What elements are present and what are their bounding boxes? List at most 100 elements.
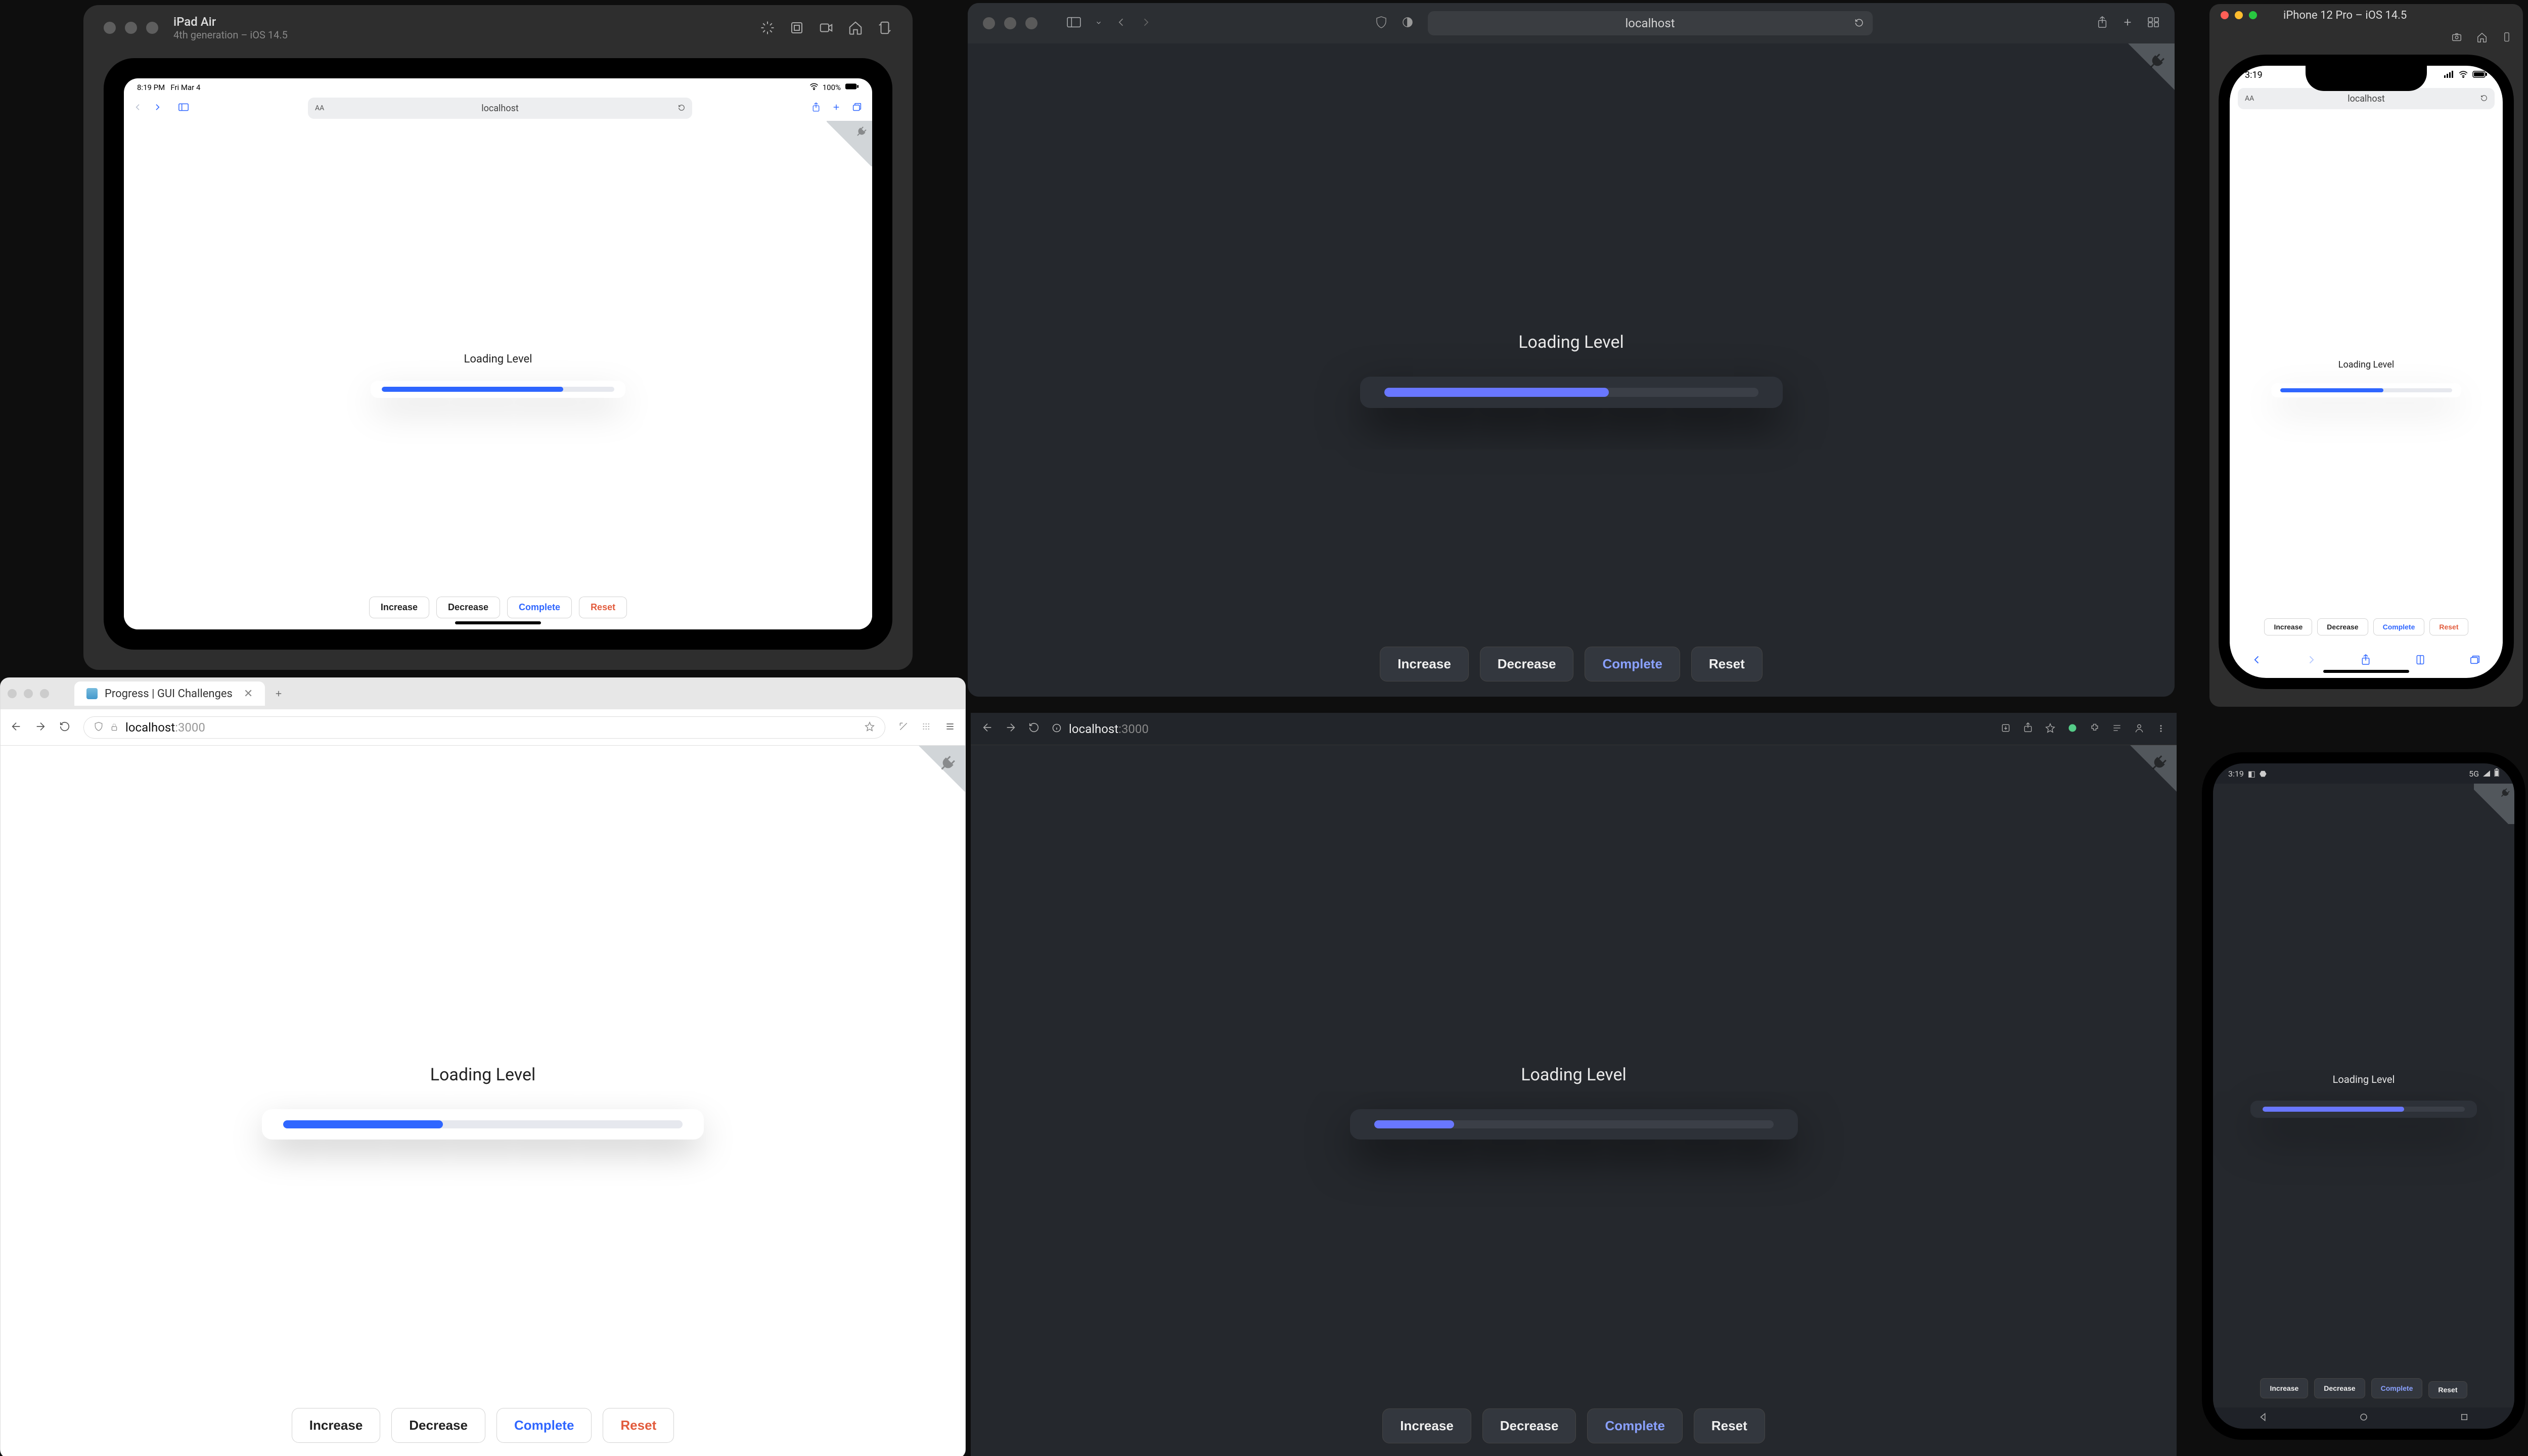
refresh-icon[interactable] xyxy=(2480,94,2488,104)
reset-button[interactable]: Reset xyxy=(1694,1408,1765,1443)
loading-label: Loading Level xyxy=(2333,1073,2395,1085)
screenshot-icon[interactable] xyxy=(2451,32,2462,45)
info-icon[interactable] xyxy=(1052,722,1062,736)
new-tab-icon[interactable] xyxy=(2122,17,2133,30)
record-icon[interactable] xyxy=(819,20,834,35)
back-icon[interactable] xyxy=(1116,17,1126,29)
simulator-subtitle: 4th generation – iOS 14.5 xyxy=(173,29,760,41)
install-icon[interactable] xyxy=(2001,722,2011,736)
back-icon[interactable] xyxy=(11,721,22,734)
share-icon[interactable] xyxy=(2023,722,2033,736)
forward-icon[interactable] xyxy=(1141,17,1151,29)
share-icon[interactable] xyxy=(2361,654,2371,668)
decrease-button[interactable]: Decrease xyxy=(2317,618,2368,635)
sidebar-icon[interactable] xyxy=(1067,17,1081,30)
reset-button[interactable]: Reset xyxy=(603,1408,674,1443)
traffic-lights[interactable] xyxy=(2221,11,2257,19)
safari-window: localhost Loading Level xyxy=(968,3,2175,697)
favicon xyxy=(86,688,98,699)
back-icon[interactable] xyxy=(2252,655,2262,667)
appearance-icon[interactable] xyxy=(1402,16,1414,30)
back-icon[interactable] xyxy=(134,103,142,113)
menu-icon[interactable] xyxy=(945,721,955,734)
shield-icon[interactable] xyxy=(94,720,103,735)
android-back-icon[interactable] xyxy=(2259,1413,2268,1424)
increase-button[interactable]: Increase xyxy=(2260,1378,2308,1398)
traffic-lights[interactable] xyxy=(8,689,49,698)
extensions-icon[interactable] xyxy=(2090,722,2100,736)
traffic-lights[interactable] xyxy=(104,22,158,34)
decrease-button[interactable]: Decrease xyxy=(1480,647,1574,681)
android-recents-icon[interactable] xyxy=(2460,1413,2469,1424)
complete-button[interactable]: Complete xyxy=(2371,1378,2423,1398)
rotate-icon[interactable] xyxy=(877,20,892,35)
chevron-down-icon[interactable] xyxy=(1095,19,1102,28)
share-icon[interactable] xyxy=(811,102,821,114)
share-icon[interactable] xyxy=(2097,16,2108,31)
complete-button[interactable]: Complete xyxy=(507,597,572,618)
battery-icon xyxy=(2494,768,2499,779)
complete-button[interactable]: Complete xyxy=(496,1408,592,1443)
refresh-icon[interactable] xyxy=(1855,16,1864,30)
reset-button[interactable]: Reset xyxy=(579,597,627,618)
menu-icon[interactable] xyxy=(2156,722,2165,736)
sidebar-icon[interactable] xyxy=(178,103,189,113)
shield-icon[interactable] xyxy=(1375,16,1387,31)
tabs-overview-icon[interactable] xyxy=(2147,17,2159,30)
increase-button[interactable]: Increase xyxy=(1382,1408,1471,1443)
url-text[interactable]: localhost xyxy=(481,103,519,114)
tabs-icon[interactable] xyxy=(2469,655,2480,667)
new-tab-icon[interactable] xyxy=(832,103,841,114)
address-bar[interactable]: localhost:3000 xyxy=(83,716,885,739)
lock-icon[interactable] xyxy=(110,720,118,735)
snapshot-icon[interactable] xyxy=(760,20,775,35)
address-bar[interactable]: localhost:3000 xyxy=(1052,722,1989,736)
url-text[interactable]: localhost xyxy=(2348,94,2385,104)
decrease-button[interactable]: Decrease xyxy=(391,1408,485,1443)
back-icon[interactable] xyxy=(982,722,993,736)
reset-button[interactable]: Reset xyxy=(1691,647,1763,681)
home-icon[interactable] xyxy=(2476,32,2488,45)
decrease-button[interactable]: Decrease xyxy=(1482,1408,1576,1443)
android-home-icon[interactable] xyxy=(2359,1413,2368,1424)
browser-tab[interactable]: Progress | GUI Challenges ✕ xyxy=(74,681,265,706)
star-icon[interactable] xyxy=(865,720,875,735)
reading-list-icon[interactable] xyxy=(2112,722,2122,736)
profile-icon[interactable] xyxy=(2134,722,2144,736)
refresh-icon[interactable] xyxy=(678,103,685,114)
refresh-icon[interactable] xyxy=(1028,722,1040,736)
traffic-lights[interactable] xyxy=(983,17,1037,29)
decrease-button[interactable]: Decrease xyxy=(2314,1378,2365,1398)
devtools-icon[interactable] xyxy=(922,721,932,734)
bookmarks-icon[interactable] xyxy=(2415,654,2425,667)
star-icon[interactable] xyxy=(2045,722,2055,736)
refresh-icon[interactable] xyxy=(59,721,70,734)
extension-icon[interactable] xyxy=(2067,722,2078,736)
address-bar[interactable]: localhost xyxy=(1428,11,1873,35)
complete-button[interactable]: Complete xyxy=(1585,647,1680,681)
home-icon[interactable] xyxy=(848,20,863,35)
reset-button[interactable]: Reset xyxy=(2428,1381,2467,1398)
increase-button[interactable]: Increase xyxy=(292,1408,381,1443)
decrease-button[interactable]: Decrease xyxy=(436,597,500,618)
close-icon[interactable]: ✕ xyxy=(244,688,253,700)
loading-label: Loading Level xyxy=(1518,332,1624,352)
aa-button[interactable]: AA xyxy=(2245,95,2254,103)
extension-icon[interactable] xyxy=(898,721,909,734)
rotate-icon[interactable] xyxy=(2502,31,2512,46)
aa-button[interactable]: AA xyxy=(315,104,324,112)
screenshot-icon[interactable] xyxy=(789,20,804,35)
complete-button[interactable]: Complete xyxy=(2373,618,2425,635)
forward-icon[interactable] xyxy=(153,103,161,113)
increase-button[interactable]: Increase xyxy=(1380,647,1469,681)
increase-button[interactable]: Increase xyxy=(2264,618,2312,635)
increase-button[interactable]: Increase xyxy=(369,597,429,618)
tabs-icon[interactable] xyxy=(852,103,862,114)
forward-icon[interactable] xyxy=(2306,655,2316,667)
reset-button[interactable]: Reset xyxy=(2429,618,2468,635)
new-tab-button[interactable] xyxy=(270,685,287,702)
complete-button[interactable]: Complete xyxy=(1587,1408,1682,1443)
android-screen: 3:19 ◧ ⬣ 5G Loading Lev xyxy=(2213,763,2514,1429)
forward-icon[interactable] xyxy=(1005,722,1016,736)
forward-icon[interactable] xyxy=(35,721,46,734)
